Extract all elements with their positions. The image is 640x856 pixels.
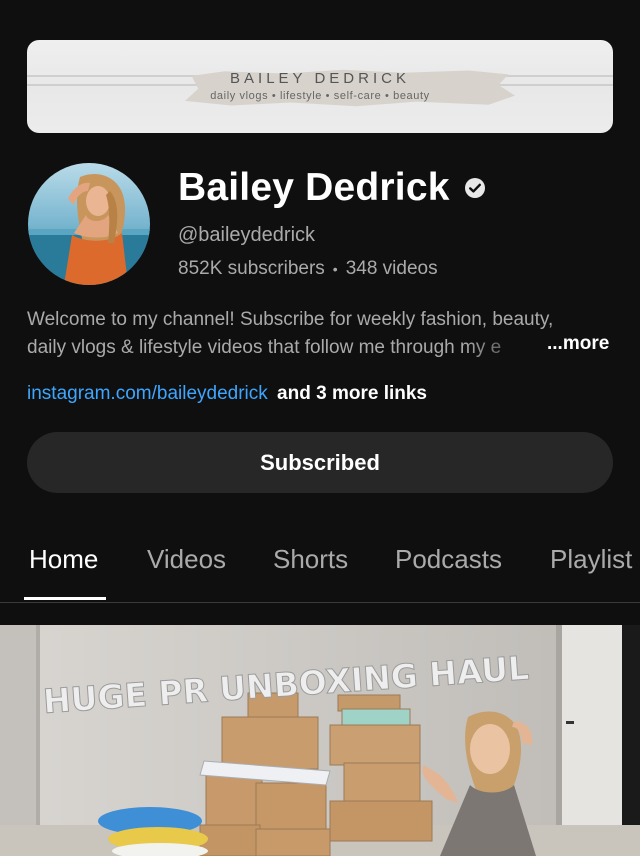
active-tab-indicator [24, 597, 106, 600]
description-line-1: Welcome to my channel! Subscribe for wee… [27, 309, 554, 330]
tab-podcasts[interactable]: Podcasts [395, 544, 502, 575]
channel-tabs: Home Videos Shorts Podcasts Playlist [0, 530, 640, 603]
instagram-link[interactable]: instagram.com/baileydedrick [27, 383, 268, 404]
stats-separator: • [332, 261, 338, 277]
subscriber-count: 852K subscribers [178, 258, 325, 279]
channel-banner: BAILEY DEDRICK daily vlogs • lifestyle •… [27, 40, 613, 133]
tab-videos[interactable]: Videos [147, 544, 226, 575]
verified-check-icon [464, 177, 486, 199]
tab-home[interactable]: Home [29, 544, 98, 575]
channel-name: Bailey Dedrick [178, 166, 450, 209]
channel-avatar[interactable] [28, 163, 150, 285]
avatar-image [28, 163, 150, 285]
featured-video-thumbnail[interactable]: HUGE PR UNBOXING HAUL [0, 625, 640, 856]
channel-handle: @baileydedrick [178, 224, 316, 246]
tab-playlists[interactable]: Playlist [550, 544, 632, 575]
more-links-button[interactable]: and 3 more links [277, 383, 427, 404]
tab-shorts[interactable]: Shorts [273, 544, 348, 575]
channel-links: instagram.com/baileydedrick and 3 more l… [27, 383, 427, 405]
channel-description[interactable]: Welcome to my channel! Subscribe for wee… [27, 306, 617, 362]
description-line-2: daily vlogs & lifestyle videos that foll… [27, 337, 502, 358]
description-more-button[interactable]: ...more [547, 333, 609, 355]
video-count: 348 videos [345, 258, 438, 279]
banner-title: BAILEY DEDRICK [230, 70, 410, 87]
subscribed-button[interactable]: Subscribed [27, 432, 613, 493]
thumbnail-image: HUGE PR UNBOXING HAUL [0, 625, 640, 856]
channel-stats: 852K subscribers • 348 videos [178, 258, 438, 280]
banner-subtitle: daily vlogs • lifestyle • self-care • be… [210, 90, 430, 102]
